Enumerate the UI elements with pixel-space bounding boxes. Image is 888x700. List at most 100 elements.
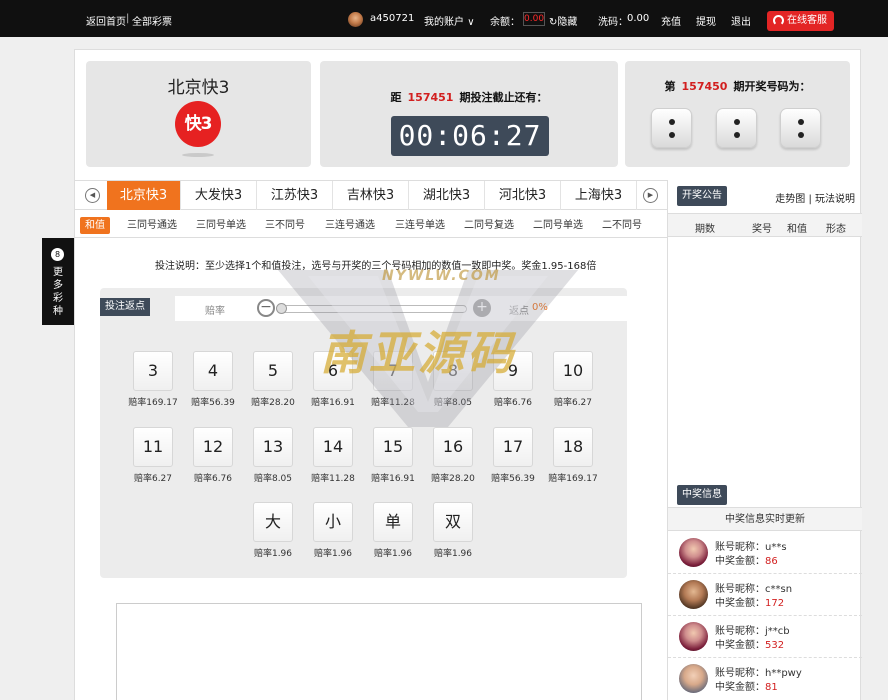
bet-option[interactable]: 15 [373, 427, 413, 467]
tab-hubei[interactable]: 湖北快3 [409, 181, 485, 210]
wash-value: 0.00 [627, 13, 650, 24]
column-header: 形态 [826, 224, 846, 235]
bet-option-small[interactable]: 小 [313, 502, 353, 542]
winner-amount: 中奖金额：86 [715, 552, 778, 567]
bet-option[interactable]: 13 [253, 427, 293, 467]
bet-instruction: 投注说明：至少选择1个和值投注，选号与开奖的三个号码相加的数值一致即中奖。奖金1… [155, 261, 597, 272]
logo-shadow [182, 153, 214, 157]
play-type-tabs: 和值 三同号通选 三同号单选 三不同号 三连号通选 三连号单选 二同号复选 二同… [75, 211, 667, 238]
my-account-menu[interactable]: 我的账户 ∨ [424, 13, 475, 28]
eight-ball-icon: 8 [51, 248, 64, 261]
countdown-label: 距 157451 期投注截止还有： [320, 89, 618, 105]
winner-nick: 账号昵称：c**sn [715, 580, 792, 595]
game-logo: 快3 [175, 101, 221, 147]
tab-beijing[interactable]: 北京快3 [107, 181, 181, 210]
bet-option[interactable]: 14 [313, 427, 353, 467]
draw-table-header: 期数 奖号 和值 形态 [668, 213, 862, 237]
subtab-two-diff[interactable]: 二不同号 [602, 217, 642, 234]
bet-option-big[interactable]: 大 [253, 502, 293, 542]
top-bar: 返回首页 | 全部彩票 a450721 我的账户 ∨ 余额： 0.00 ↻隐藏 … [0, 0, 888, 37]
odds-label: 赔率 [205, 306, 225, 317]
subtab-sum[interactable]: 和值 [80, 217, 110, 234]
dice-icon [651, 108, 692, 148]
subtab-straight-all[interactable]: 三连号通选 [325, 217, 375, 234]
avatar [679, 664, 708, 693]
plus-icon[interactable]: + [473, 299, 491, 317]
watermark-small-text: NYWLW.COM [382, 268, 501, 284]
bet-option-even[interactable]: 双 [433, 502, 473, 542]
balance-value: 0.00 [523, 12, 545, 26]
bet-option[interactable]: 16 [433, 427, 473, 467]
amount-value: 81 [765, 682, 778, 693]
result-suffix: 期开奖号码为： [733, 80, 811, 93]
countdown-timer: 00:06:27 [391, 116, 549, 156]
username[interactable]: a450721 [370, 13, 414, 24]
column-header: 期数 [695, 224, 715, 235]
winner-nick: 账号昵称：h**pwy [715, 664, 802, 679]
subtab-triple-all[interactable]: 三同号通选 [127, 217, 177, 234]
bet-option[interactable]: 12 [193, 427, 233, 467]
result-prefix: 第 [664, 80, 676, 93]
tab-shanghai[interactable]: 上海快3 [561, 181, 637, 210]
logout-link[interactable]: 退出 [731, 13, 751, 28]
subtab-three-diff[interactable]: 三不同号 [265, 217, 305, 234]
winner-amount: 中奖金额：532 [715, 636, 784, 651]
home-link[interactable]: 返回首页 [86, 13, 126, 28]
minus-icon[interactable]: − [257, 299, 275, 317]
chevron-down-icon: ∨ [467, 17, 475, 28]
column-header: 和值 [787, 224, 807, 235]
rebate-value: 0% [532, 302, 548, 313]
separator: | [126, 13, 130, 24]
my-account-label: 我的账户 [424, 17, 464, 28]
result-issue: 157450 [681, 80, 728, 93]
bet-option[interactable]: 4 [193, 351, 233, 391]
result-label: 第 157450 期开奖号码为： [625, 78, 850, 94]
subtab-straight-single[interactable]: 三连号单选 [395, 217, 445, 234]
winner-item: 账号昵称：h**pwy 中奖金额：81 [668, 658, 862, 700]
bet-odds: 赔率6.27 [553, 398, 593, 408]
win-info-tag: 中奖信息 [677, 485, 727, 505]
next-arrow-icon[interactable]: ▶ [643, 188, 658, 203]
bet-odds: 赔率1.96 [433, 549, 473, 559]
rebate-label: 返点 [509, 306, 529, 317]
prev-arrow-icon[interactable]: ◀ [85, 188, 100, 203]
bet-option[interactable]: 17 [493, 427, 533, 467]
tab-hebei[interactable]: 河北快3 [485, 181, 561, 210]
bet-option[interactable]: 5 [253, 351, 293, 391]
game-info-panel: 北京快3 快3 [86, 61, 311, 167]
more-lottery-tab[interactable]: 8 更多彩种 [42, 238, 74, 325]
bet-list-box[interactable] [116, 603, 642, 700]
amount-label: 中奖金额： [715, 598, 765, 609]
recharge-link[interactable]: 充值 [661, 13, 681, 28]
bet-odds: 赔率169.17 [548, 474, 598, 484]
slider-handle[interactable] [276, 303, 287, 314]
subtab-double-multi[interactable]: 二同号复选 [464, 217, 514, 234]
tab-jilin[interactable]: 吉林快3 [333, 181, 409, 210]
hide-label: 隐藏 [557, 17, 578, 28]
countdown-panel: 距 157451 期投注截止还有： 00:06:27 [320, 61, 618, 167]
bet-option[interactable]: 11 [133, 427, 173, 467]
wash-label: 洗码： [598, 17, 628, 28]
winner-nick: 账号昵称：j**cb [715, 622, 790, 637]
user-avatar[interactable] [348, 12, 363, 27]
countdown-prefix: 距 [390, 91, 402, 104]
watermark-title: 南亚源码 [320, 326, 516, 380]
draw-notice-tag: 开奖公告 [677, 186, 727, 206]
hide-balance-button[interactable]: ↻隐藏 [549, 13, 577, 28]
trend-links[interactable]: 走势图 | 玩法说明 [775, 190, 855, 205]
bet-option[interactable]: 18 [553, 427, 593, 467]
tab-dafa[interactable]: 大发快3 [181, 181, 257, 210]
all-lottery-link[interactable]: 全部彩票 [132, 13, 172, 28]
bet-option-odd[interactable]: 单 [373, 502, 413, 542]
subtab-double-single[interactable]: 二同号单选 [533, 217, 583, 234]
amount-label: 中奖金额： [715, 556, 765, 567]
online-service-button[interactable]: 在线客服 [767, 11, 834, 31]
balance-label: 余额： [490, 17, 520, 28]
bet-option[interactable]: 3 [133, 351, 173, 391]
rebate-slider[interactable] [278, 305, 467, 313]
amount-label: 中奖金额： [715, 682, 765, 693]
subtab-triple-single[interactable]: 三同号单选 [196, 217, 246, 234]
withdraw-link[interactable]: 提现 [696, 13, 716, 28]
bet-option[interactable]: 10 [553, 351, 593, 391]
tab-jiangsu[interactable]: 江苏快3 [257, 181, 333, 210]
